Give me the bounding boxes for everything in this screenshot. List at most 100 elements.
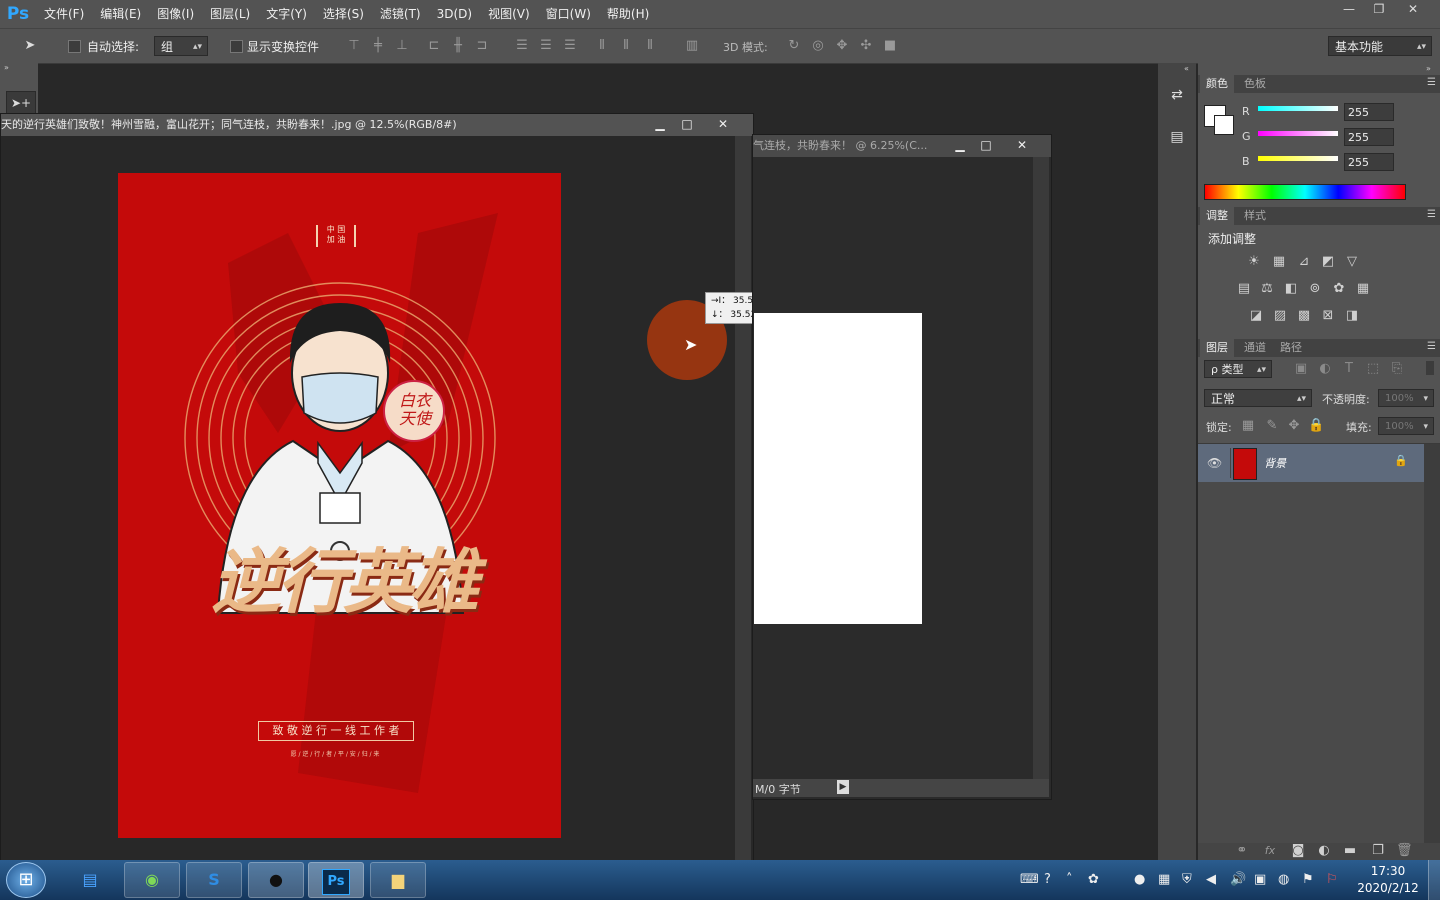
filter-shape-icon[interactable]: ⬚ [1365, 362, 1381, 376]
background-color-swatch[interactable] [1214, 115, 1234, 135]
distribute-vcenter-icon[interactable]: ☰ [538, 38, 554, 54]
menu-type[interactable]: 文字(Y) [258, 0, 315, 28]
show-transform-checkbox[interactable] [230, 40, 243, 53]
exposure-icon[interactable]: ◩ [1320, 255, 1336, 269]
photo-filter-icon[interactable]: ⊚ [1307, 282, 1323, 296]
explorer-taskbar-icon[interactable]: ▤ [62, 862, 118, 898]
b-slider[interactable] [1258, 156, 1338, 161]
visibility-eye-icon[interactable]: 👁 [1207, 456, 1222, 470]
add-mask-icon[interactable]: ◙ [1290, 844, 1306, 858]
menu-window[interactable]: 窗口(W) [538, 0, 599, 28]
align-bottom-icon[interactable]: ⊥ [394, 38, 410, 54]
security-tray-icon[interactable]: ⛨ [1182, 872, 1192, 887]
qq-tray-icon[interactable]: ● [1134, 872, 1145, 887]
distribute-left-icon[interactable]: ⫴ [594, 38, 610, 54]
channel-mixer-icon[interactable]: ✿ [1331, 282, 1347, 296]
align-left-icon[interactable]: ⊏ [426, 38, 442, 54]
menu-3d[interactable]: 3D(D) [429, 0, 480, 28]
curves-icon[interactable]: ⊿ [1296, 255, 1312, 269]
threshold-icon[interactable]: ▩ [1296, 309, 1312, 323]
distribute-bottom-icon[interactable]: ☰ [562, 38, 578, 54]
show-hidden-icons-icon[interactable]: ˄ [1066, 872, 1073, 887]
color-balance-icon[interactable]: ⚖ [1259, 282, 1275, 296]
new-layer-icon[interactable]: ❐ [1370, 844, 1386, 858]
doc-close-button[interactable]: ✕ [705, 116, 741, 132]
blend-mode-dropdown[interactable]: 正常 ▴▾ [1204, 389, 1312, 407]
history-panel-icon[interactable]: ⇄ [1168, 87, 1186, 105]
app-close-button[interactable]: ✕ [1398, 0, 1428, 20]
filter-adjustment-icon[interactable]: ◐ [1317, 362, 1333, 376]
filter-toggle[interactable] [1426, 361, 1434, 375]
status-menu-arrow-icon[interactable]: ▶ [837, 780, 849, 794]
menu-image[interactable]: 图像(I) [149, 0, 202, 28]
drag-3d-icon[interactable]: ✥ [834, 38, 850, 54]
menu-help[interactable]: 帮助(H) [599, 0, 657, 28]
panel-menu-icon[interactable]: ☰ [1427, 209, 1436, 220]
distribute-hcenter-icon[interactable]: ⫴ [618, 38, 634, 54]
panel-menu-icon[interactable]: ☰ [1427, 341, 1436, 352]
workspace-dropdown[interactable]: 基本功能 ▴▾ [1328, 36, 1432, 56]
document-title-bar[interactable]: 天的逆行英雄们致敬！神州雪融，富山花开；同气连枝，共盼春来！.jpg @ 12.… [1, 114, 753, 136]
lock-all-icon[interactable]: 🔒 [1308, 419, 1324, 433]
selective-color-icon[interactable]: ◨ [1344, 309, 1360, 323]
action-center-icon[interactable]: ⚑ [1302, 872, 1314, 887]
layer-filter-dropdown[interactable]: ρ 类型 ▴▾ [1204, 360, 1272, 378]
doc2-minimize-button[interactable]: ▁ [947, 137, 973, 153]
wechat-taskbar-icon[interactable]: ◉ [124, 862, 180, 898]
collapse-dock-icon[interactable]: « [1184, 64, 1189, 73]
align-right-icon[interactable]: ⊐ [474, 38, 490, 54]
align-vcenter-icon[interactable]: ╪ [370, 38, 386, 54]
levels-icon[interactable]: ▦ [1271, 255, 1287, 269]
lock-image-icon[interactable]: ✎ [1264, 419, 1280, 433]
new-group-icon[interactable]: ▬ [1342, 844, 1358, 858]
gradient-map-icon[interactable]: ⊠ [1320, 309, 1336, 323]
show-desktop-button[interactable] [1428, 860, 1440, 900]
apps-tray-icon[interactable]: ▦ [1158, 872, 1170, 887]
opacity-input[interactable]: 100% ▾ [1378, 389, 1434, 407]
align-hcenter-icon[interactable]: ╫ [450, 38, 466, 54]
slide-3d-icon[interactable]: ✣ [858, 38, 874, 54]
move-tool-icon[interactable]: ➤+ [6, 91, 36, 115]
tab-styles[interactable]: 样式 [1238, 207, 1272, 225]
vertical-scrollbar[interactable] [735, 136, 751, 860]
audio-tray-icon[interactable]: ◀ [1206, 872, 1216, 887]
layers-scrollbar[interactable] [1424, 444, 1440, 844]
layer-name[interactable]: 背景 [1264, 455, 1286, 471]
align-top-icon[interactable]: ⊤ [346, 38, 362, 54]
flag-tray-icon[interactable]: ⚐ [1326, 872, 1338, 887]
tab-swatches[interactable]: 色板 [1238, 75, 1272, 93]
lock-transparent-icon[interactable]: ▦ [1240, 419, 1256, 433]
vibrance-icon[interactable]: ▽ [1344, 255, 1360, 269]
folder-taskbar-icon[interactable]: ▆ [370, 862, 426, 898]
b-input[interactable]: 255 [1344, 153, 1394, 171]
filter-pixel-icon[interactable]: ▣ [1293, 362, 1309, 376]
fill-input[interactable]: 100% ▾ [1378, 417, 1434, 435]
roll-3d-icon[interactable]: ◎ [810, 38, 826, 54]
doc2-maximize-button[interactable]: □ [973, 137, 999, 153]
auto-select-dropdown[interactable]: 组 ▴▾ [154, 36, 208, 56]
menu-file[interactable]: 文件(F) [36, 0, 92, 28]
doc-maximize-button[interactable]: □ [674, 116, 700, 132]
layer-style-icon[interactable]: fx [1262, 844, 1278, 858]
new-adjustment-icon[interactable]: ◐ [1316, 844, 1332, 858]
menu-layer[interactable]: 图层(L) [202, 0, 258, 28]
qq-taskbar-icon[interactable]: ● [248, 862, 304, 898]
scale-3d-icon[interactable]: ■ [882, 38, 898, 54]
photoshop-taskbar-button[interactable]: Ps [308, 862, 364, 898]
distribute-right-icon[interactable]: ⫴ [642, 38, 658, 54]
invert-icon[interactable]: ◪ [1248, 309, 1264, 323]
link-layers-icon[interactable]: ⚭ [1234, 844, 1250, 858]
filter-smart-object-icon[interactable]: ⎘ [1389, 362, 1405, 376]
tab-channels[interactable]: 通道 [1238, 339, 1272, 357]
lock-position-icon[interactable]: ✥ [1286, 419, 1302, 433]
collapse-panels-icon[interactable]: » [1426, 64, 1431, 73]
tab-layers[interactable]: 图层 [1200, 339, 1234, 357]
distribute-top-icon[interactable]: ☰ [514, 38, 530, 54]
menu-filter[interactable]: 滤镜(T) [372, 0, 429, 28]
auto-align-icon[interactable]: ▥ [684, 38, 700, 54]
app-minimize-button[interactable]: — [1334, 0, 1364, 20]
app-restore-button[interactable]: ❐ [1364, 0, 1394, 20]
expand-panel-icon[interactable]: » [4, 63, 14, 72]
tab-adjustments[interactable]: 调整 [1200, 207, 1234, 225]
flower-tray-icon[interactable]: ✿ [1088, 872, 1099, 887]
